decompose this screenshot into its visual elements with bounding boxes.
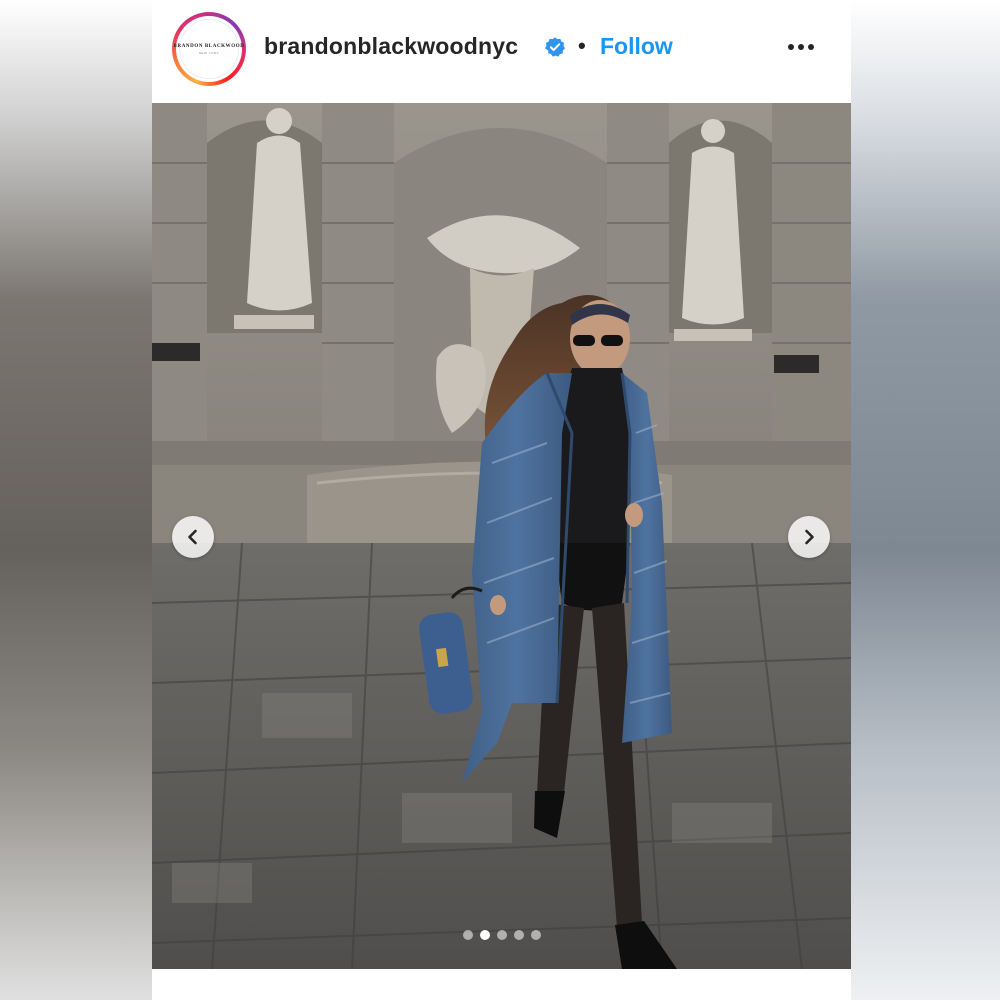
post-photo[interactable] bbox=[152, 103, 851, 969]
follow-button[interactable]: Follow bbox=[600, 33, 673, 60]
instagram-post: BRANDON BLACKWOOD NEW YORK brandonblackw… bbox=[152, 0, 851, 1000]
separator-dot: • bbox=[578, 33, 586, 58]
chevron-right-icon bbox=[805, 529, 814, 545]
carousel-dot bbox=[496, 930, 507, 940]
carousel-dot bbox=[513, 930, 524, 940]
background-left bbox=[0, 0, 152, 1000]
more-options-icon[interactable] bbox=[786, 36, 816, 58]
brand-logo: BRANDON BLACKWOOD NEW YORK bbox=[174, 19, 244, 79]
background-right bbox=[850, 0, 1000, 1000]
chevron-left-icon bbox=[188, 529, 197, 545]
carousel-dot bbox=[530, 930, 541, 940]
username-link[interactable]: brandonblackwoodnyc bbox=[264, 33, 518, 60]
avatar[interactable]: BRANDON BLACKWOOD NEW YORK bbox=[172, 12, 246, 86]
carousel-next-button[interactable] bbox=[788, 516, 830, 558]
carousel-dot bbox=[479, 930, 490, 940]
verified-badge-icon bbox=[545, 37, 565, 57]
carousel-prev-button[interactable] bbox=[172, 516, 214, 558]
photo-illustration bbox=[152, 103, 851, 969]
post-header: BRANDON BLACKWOOD NEW YORK brandonblackw… bbox=[152, 0, 851, 103]
carousel-dot bbox=[462, 930, 473, 940]
post-footer bbox=[152, 969, 851, 1000]
carousel-indicator bbox=[152, 930, 851, 944]
